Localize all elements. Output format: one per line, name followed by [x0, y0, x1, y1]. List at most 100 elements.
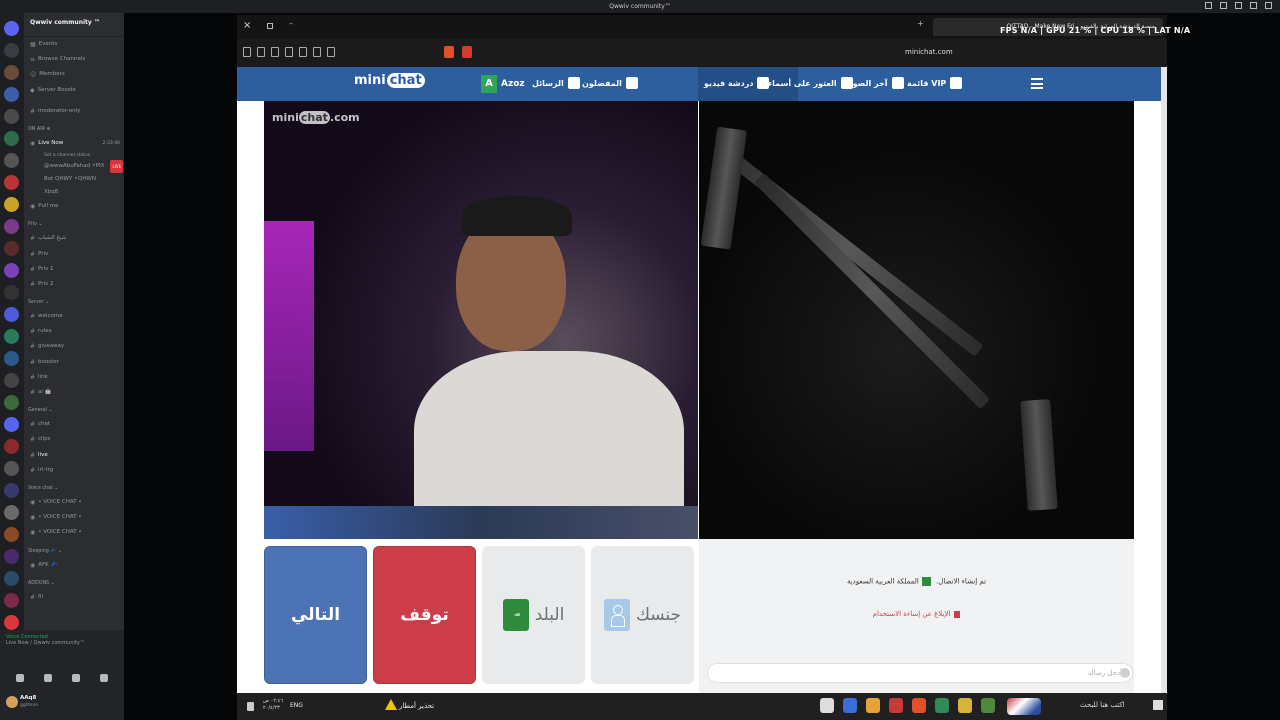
- emoji-icon[interactable]: [1120, 668, 1130, 678]
- message-input[interactable]: أدخل رسالة: [707, 663, 1133, 683]
- notes-icon[interactable]: [247, 702, 254, 711]
- channel-giveaway[interactable]: # giveaway: [24, 339, 124, 354]
- category-server[interactable]: Server ⌄: [24, 296, 124, 309]
- widget-icon[interactable]: [1007, 698, 1041, 715]
- channel-fil[interactable]: # fil: [24, 590, 124, 605]
- brave-icon[interactable]: [444, 46, 454, 58]
- server-icon[interactable]: [4, 285, 19, 300]
- server-icon[interactable]: [4, 395, 19, 410]
- server-icon[interactable]: [4, 131, 19, 146]
- channel-priv[interactable]: # شيخ الشباب: [24, 231, 124, 246]
- server-icon[interactable]: [4, 241, 19, 256]
- inbox-icon[interactable]: [1205, 2, 1212, 9]
- avatar[interactable]: [6, 696, 18, 708]
- channel-booster[interactable]: # booster: [24, 355, 124, 370]
- music-icon[interactable]: [313, 47, 321, 57]
- server-icon[interactable]: [4, 307, 19, 322]
- server-icon[interactable]: [4, 461, 19, 476]
- server-name[interactable]: Qwwiv community ™: [24, 13, 124, 37]
- channel-chat[interactable]: # chat: [24, 417, 124, 432]
- server-icon[interactable]: [4, 87, 19, 102]
- close-icon[interactable]: [1265, 2, 1272, 9]
- menu-members[interactable]: ☺ Members: [24, 67, 124, 82]
- channel-ai[interactable]: # ai 🤖: [24, 385, 124, 400]
- category-sleeping[interactable]: Sleeping 💤 ⌄: [24, 545, 124, 558]
- next-button[interactable]: التالي: [264, 546, 367, 684]
- server-icon[interactable]: [4, 263, 19, 278]
- category-addons[interactable]: ADDONS ⌄: [24, 577, 124, 590]
- menu-events[interactable]: ▦ Events: [24, 37, 124, 52]
- maximize-icon[interactable]: [267, 23, 273, 29]
- server-icon[interactable]: [4, 439, 19, 454]
- tabs-icon[interactable]: [285, 47, 293, 57]
- nav-messages[interactable]: الرسائل: [532, 77, 580, 89]
- channel-moderator-only[interactable]: # moderator-only: [24, 104, 124, 119]
- minimize-icon[interactable]: [1235, 2, 1242, 9]
- notes-icon[interactable]: [327, 47, 335, 57]
- menu-browse-channels[interactable]: ≡ Browse Channels: [24, 52, 124, 67]
- home-icon[interactable]: [4, 21, 19, 36]
- maximize-icon[interactable]: [1250, 2, 1257, 9]
- nav-video-chat[interactable]: دردشة فيديو: [704, 77, 770, 89]
- voice-member[interactable]: Xbq8: [24, 186, 124, 199]
- channel-clips[interactable]: # clips: [24, 432, 124, 447]
- server-icon[interactable]: [4, 109, 19, 124]
- server-icon[interactable]: [4, 153, 19, 168]
- brave-icon[interactable]: [912, 698, 926, 713]
- server-icon[interactable]: [4, 43, 19, 58]
- server-icon[interactable]: [4, 527, 19, 542]
- site-logo[interactable]: mini chat: [354, 73, 425, 88]
- server-icon[interactable]: [4, 351, 19, 366]
- menu-server-boosts[interactable]: ◆ Server Boosts: [24, 83, 124, 98]
- server-icon[interactable]: [4, 571, 19, 586]
- channel-live[interactable]: # live: [24, 448, 124, 463]
- app-icon[interactable]: [820, 698, 834, 713]
- menu-icon[interactable]: [1031, 78, 1043, 89]
- country-filter-button[interactable]: البلد ﷲ: [482, 546, 585, 684]
- channel-irl-trg[interactable]: # irl-trg: [24, 463, 124, 478]
- server-icon[interactable]: [4, 417, 19, 432]
- soundboard-icon[interactable]: [100, 674, 108, 682]
- shield-icon[interactable]: [462, 46, 472, 58]
- voice-member[interactable]: @wwwAbuFahad ⚡PIX LIVE: [24, 160, 124, 174]
- category-general[interactable]: General ⌄: [24, 404, 124, 417]
- nav-favorites[interactable]: المفضلون: [582, 77, 638, 89]
- server-icon[interactable]: [4, 483, 19, 498]
- voice-channel[interactable]: ◉ • VOICE CHAT •: [24, 510, 124, 525]
- nav-gallery[interactable]: آخر الصور: [848, 77, 904, 89]
- server-icon[interactable]: [4, 329, 19, 344]
- minimize-icon[interactable]: –: [289, 19, 293, 28]
- folder-icon[interactable]: [958, 698, 972, 713]
- voice-member[interactable]: Bot QHWY ⚡QHWN: [24, 173, 124, 186]
- voice-channel-afk[interactable]: ◉ AFK 💤: [24, 558, 124, 573]
- address-bar[interactable]: minichat.com: [905, 48, 953, 56]
- channel-link[interactable]: # link: [24, 370, 124, 385]
- screen-share-icon[interactable]: [44, 674, 52, 682]
- close-icon[interactable]: ×: [243, 20, 251, 31]
- stop-button[interactable]: توقف: [373, 546, 476, 684]
- nav-vip[interactable]: VIP قائمة: [907, 77, 963, 89]
- channel-welcome[interactable]: # welcome: [24, 309, 124, 324]
- new-tab-icon[interactable]: +: [917, 19, 924, 28]
- channel-priv[interactable]: # Priv 2: [24, 277, 124, 292]
- server-icon[interactable]: [4, 373, 19, 388]
- reader-icon[interactable]: [299, 47, 307, 57]
- channel-priv[interactable]: # Priv: [24, 247, 124, 262]
- voice-channel[interactable]: ◉ • VOICE CHAT •: [24, 525, 124, 540]
- gender-filter-button[interactable]: جنسك: [591, 546, 694, 684]
- server-icon[interactable]: [4, 219, 19, 234]
- server-icon[interactable]: [4, 175, 19, 190]
- app-icon[interactable]: [935, 698, 949, 713]
- server-icon[interactable]: [4, 549, 19, 564]
- channel-status[interactable]: Set a channel status: [24, 151, 124, 160]
- app-icon[interactable]: [866, 698, 880, 713]
- app-icon[interactable]: [843, 698, 857, 713]
- app-icon[interactable]: [889, 698, 903, 713]
- user-profile-link[interactable]: A Azoz: [481, 75, 525, 93]
- app-icon[interactable]: [981, 698, 995, 713]
- channel-rules[interactable]: # rules: [24, 324, 124, 339]
- server-icon[interactable]: [4, 65, 19, 80]
- weather-alert[interactable]: تحذير أمطار: [399, 702, 434, 710]
- category-priv[interactable]: Priv ⌄: [24, 218, 124, 231]
- activity-icon[interactable]: [72, 674, 80, 682]
